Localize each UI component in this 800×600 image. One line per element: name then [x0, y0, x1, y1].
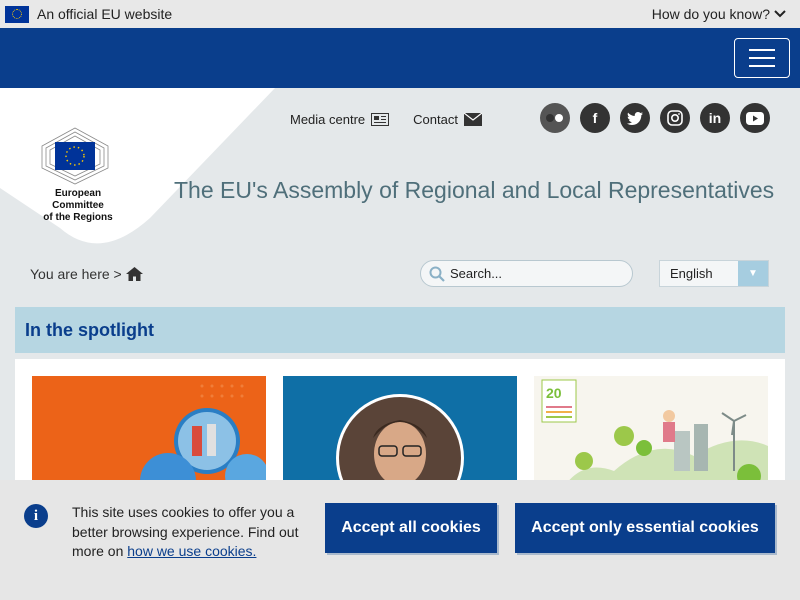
home-icon[interactable] — [125, 267, 143, 281]
site-title: The EU's Assembly of Regional and Local … — [174, 177, 775, 203]
eu-official-bar: An official EU website How do you know? — [0, 0, 800, 28]
media-centre-label: Media centre — [290, 112, 366, 127]
menu-bar-icon — [749, 57, 775, 59]
accept-all-cookies-button[interactable]: Accept all cookies — [325, 503, 497, 553]
flickr-icon[interactable] — [540, 103, 570, 133]
svg-text:20: 20 — [546, 385, 562, 401]
spotlight-title: In the spotlight — [25, 319, 154, 340]
organisation-name: European Committee of the Regions — [28, 188, 128, 224]
language-selected-value: English — [670, 266, 713, 281]
site-header — [0, 28, 800, 88]
chevron-down-icon — [774, 10, 786, 18]
envelope-icon — [463, 113, 482, 126]
spotlight-heading: In the spotlight — [15, 307, 785, 353]
how-do-you-know-label: How do you know? — [651, 6, 770, 22]
accept-essential-cookies-button[interactable]: Accept only essential cookies — [515, 503, 775, 553]
cor-logo-emblem[interactable] — [38, 126, 112, 186]
menu-bar-icon — [749, 49, 775, 51]
cookie-policy-link[interactable]: how we use cookies. — [127, 543, 256, 559]
search-input[interactable] — [450, 266, 620, 281]
organisation-name-line2: of the Regions — [43, 212, 113, 223]
facebook-icon[interactable]: f — [580, 103, 610, 133]
eu-flag-icon — [5, 5, 29, 23]
twitter-icon[interactable] — [620, 103, 650, 133]
hamburger-menu-button[interactable] — [734, 38, 790, 78]
social-icons: f in — [540, 103, 770, 133]
menu-bar-icon — [749, 65, 775, 67]
language-select[interactable]: English ▼ — [659, 260, 769, 287]
search-icon[interactable] — [429, 266, 445, 282]
youtube-icon[interactable] — [740, 103, 770, 133]
instagram-icon[interactable] — [660, 103, 690, 133]
breadcrumb-prefix: You are here > — [30, 266, 122, 282]
search-box — [420, 260, 633, 287]
newspaper-icon — [371, 113, 390, 126]
info-icon: i — [24, 504, 48, 528]
organisation-name-line1: European Committee — [52, 188, 104, 211]
breadcrumb: You are here > — [30, 266, 143, 282]
top-links: Media centre Contact — [290, 112, 482, 127]
eu-official-text: An official EU website — [37, 6, 173, 22]
linkedin-icon[interactable]: in — [700, 103, 730, 133]
cookie-message: This site uses cookies to offer you a be… — [72, 503, 312, 562]
media-centre-link[interactable]: Media centre — [290, 112, 390, 127]
how-do-you-know-toggle[interactable]: How do you know? — [652, 6, 786, 22]
contact-label: Contact — [413, 112, 458, 127]
contact-link[interactable]: Contact — [413, 112, 482, 127]
dropdown-arrow-icon: ▼ — [738, 261, 768, 286]
